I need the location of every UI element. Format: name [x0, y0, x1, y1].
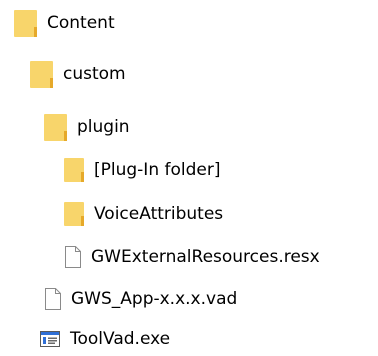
tree-item-label: [Plug-In folder] — [94, 159, 221, 180]
folder-icon — [14, 9, 37, 37]
folder-icon — [64, 158, 84, 182]
tree-item-label: custom — [63, 63, 126, 84]
tree-item-plug-in-folder[interactable]: [Plug-In folder] — [64, 155, 220, 185]
tree-item-label: VoiceAttributes — [94, 203, 224, 224]
tree-item-voiceattributes[interactable]: VoiceAttributes — [64, 199, 223, 229]
tree-item-plugin[interactable]: plugin — [44, 112, 130, 142]
folder-icon — [30, 60, 53, 88]
tree-item-label: plugin — [77, 116, 130, 137]
tree-item-custom[interactable]: custom — [30, 59, 126, 89]
file-icon — [65, 246, 81, 268]
tree-item-label: GWExternalResources.resx — [91, 246, 320, 267]
file-tree: Content custom plugin [Plug-In folder] V… — [0, 0, 378, 356]
tree-item-gwexternalresources[interactable]: GWExternalResources.resx — [65, 242, 320, 272]
tree-item-label: Content — [47, 12, 115, 33]
tree-item-label: GWS_App-x.x.x.vad — [71, 288, 238, 309]
file-icon — [45, 288, 61, 310]
tree-item-toolvad-exe[interactable]: ToolVad.exe — [40, 324, 170, 354]
tree-item-gws-app-vad[interactable]: GWS_App-x.x.x.vad — [45, 284, 237, 314]
folder-icon — [44, 113, 67, 141]
exe-icon — [40, 331, 60, 347]
tree-item-label: ToolVad.exe — [70, 328, 171, 349]
tree-item-content[interactable]: Content — [14, 8, 115, 38]
folder-icon — [64, 202, 84, 226]
